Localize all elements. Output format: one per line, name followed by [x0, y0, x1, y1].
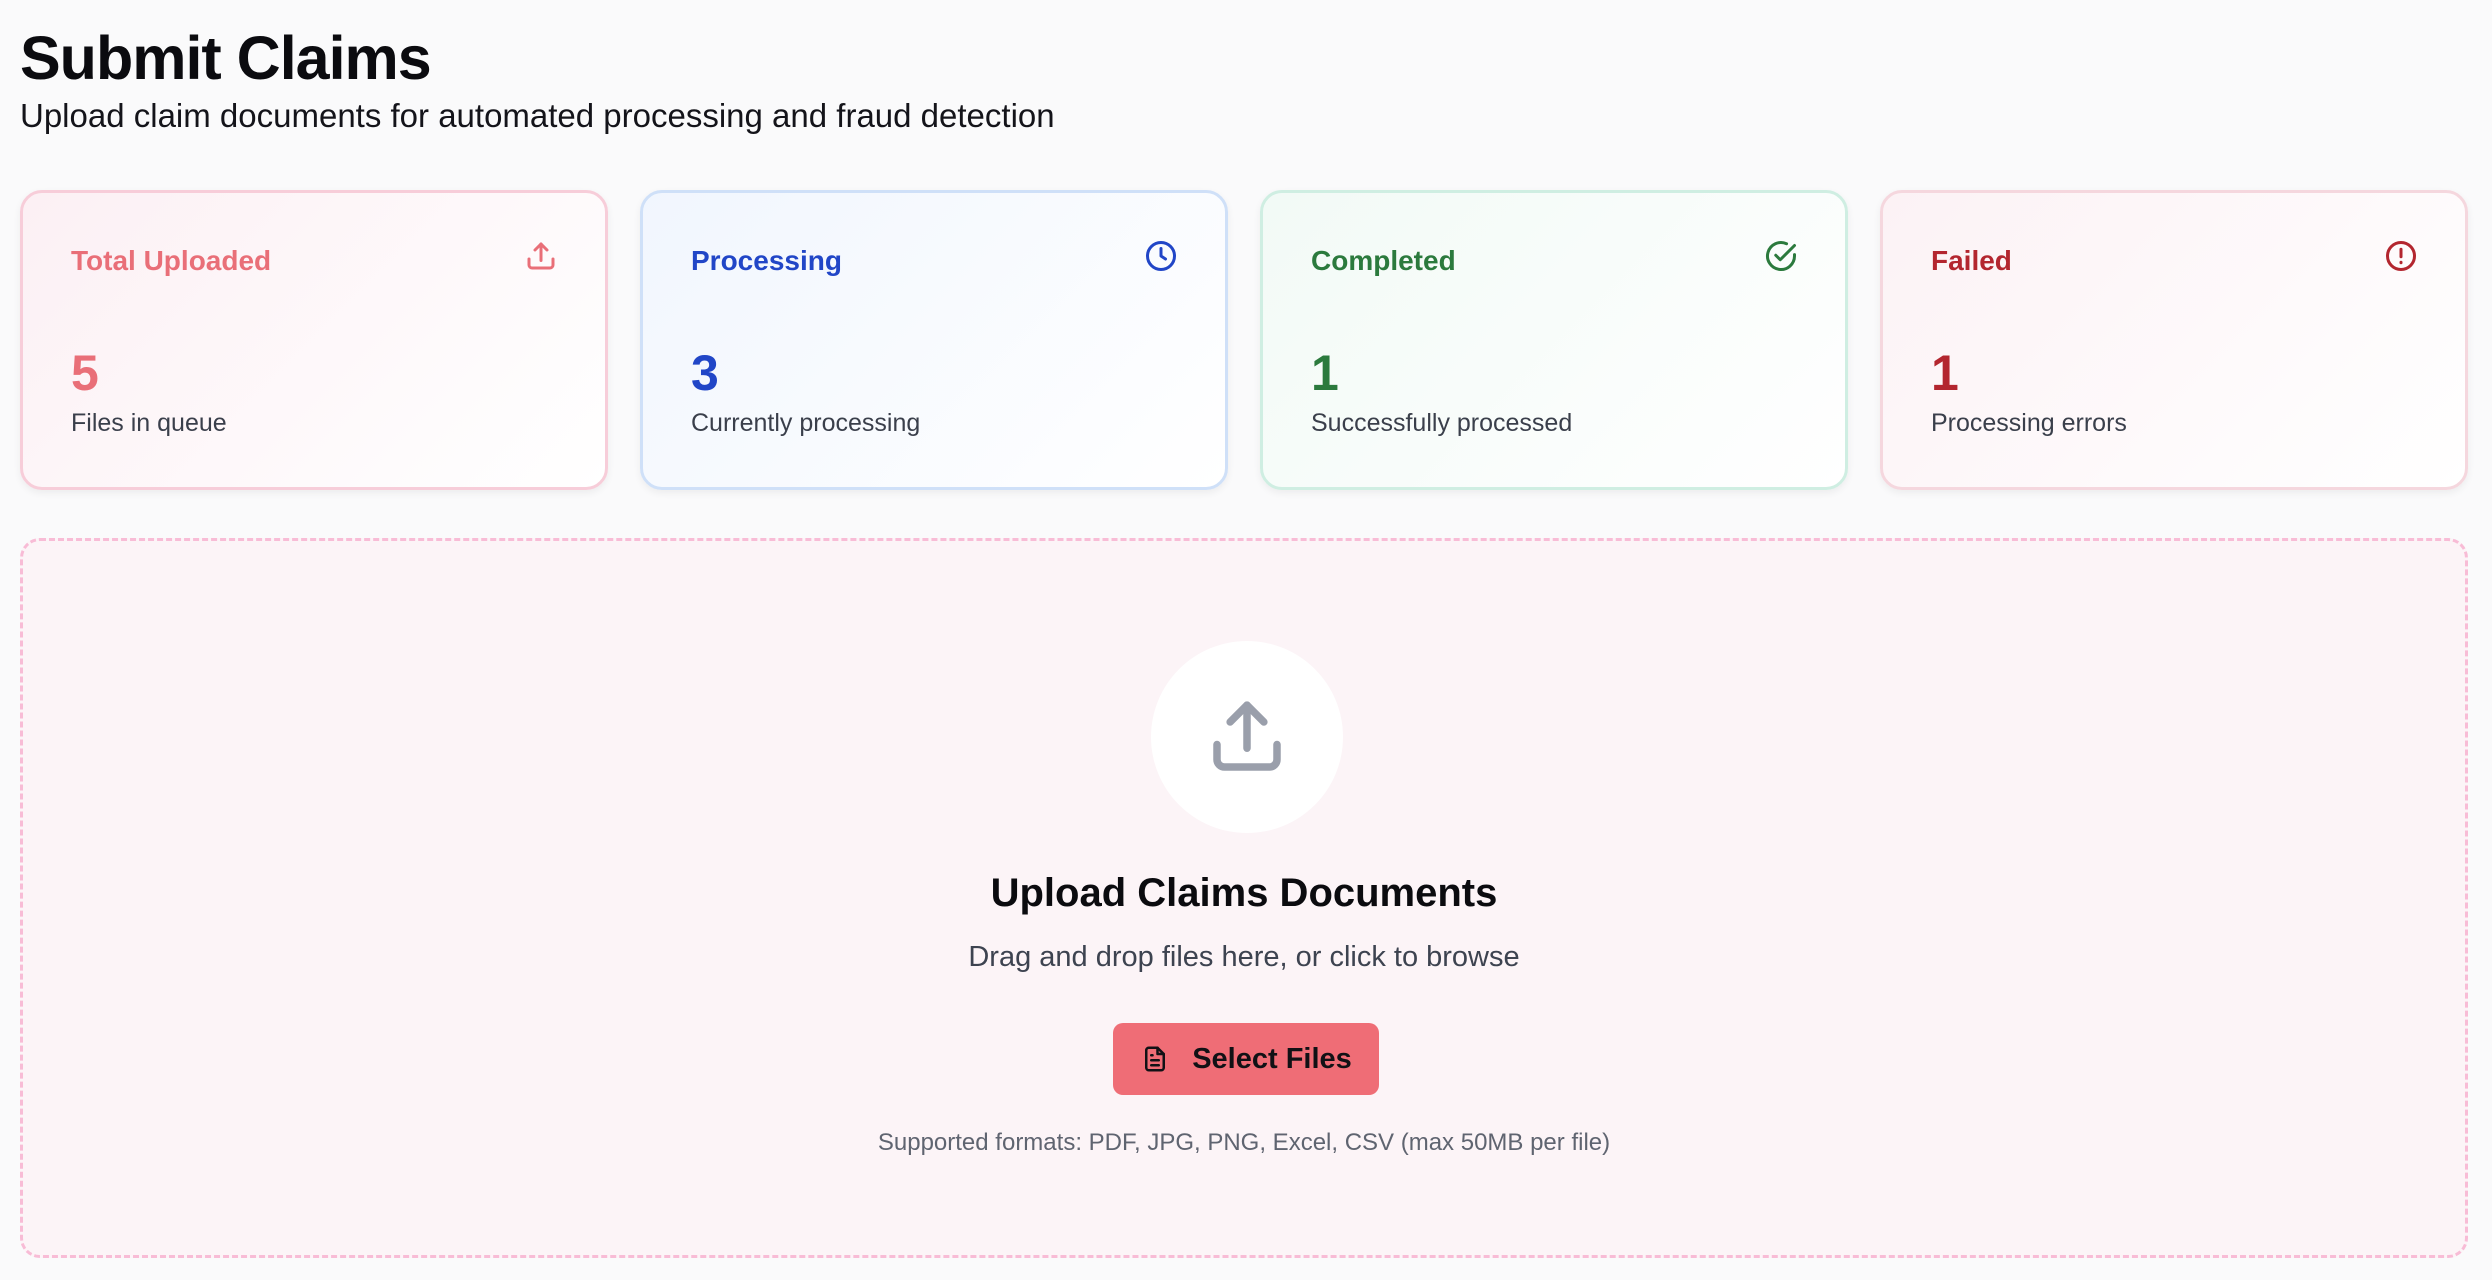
upload-icon-circle [1151, 641, 1343, 833]
stat-caption: Successfully processed [1311, 409, 1573, 437]
stat-title: Total Uploaded [71, 245, 272, 276]
stat-card-failed: Failed 1 Processing errors [1880, 190, 2468, 490]
check-circle-icon [1766, 241, 1796, 271]
stat-value: 1 [1931, 345, 1959, 401]
supported-formats-text: Supported formats: PDF, JPG, PNG, Excel,… [877, 1129, 1611, 1156]
stat-card-completed: Completed 1 Successfully processed [1260, 190, 1848, 490]
stat-caption: Files in queue [71, 409, 227, 437]
stat-title: Processing [691, 245, 842, 276]
page-title: Submit Claims [20, 24, 432, 92]
clock-icon [1146, 241, 1176, 271]
submit-claims-page: Submit Claims Upload claim documents for… [0, 0, 2492, 1280]
page-subtitle: Upload claim documents for automated pro… [20, 97, 1055, 134]
stat-title: Failed [1931, 245, 2012, 276]
alert-circle-icon [2386, 241, 2416, 271]
upload-title: Upload Claims Documents [990, 871, 1498, 915]
upload-icon [527, 242, 555, 270]
file-text-icon [1145, 1046, 1166, 1072]
stat-caption: Processing errors [1931, 409, 2127, 437]
stat-value: 5 [71, 345, 99, 401]
select-files-button[interactable]: Select Files [1113, 1023, 1379, 1095]
stat-value: 3 [691, 345, 719, 401]
select-files-label: Select Files [1192, 1042, 1352, 1075]
stat-card-total-uploaded: Total Uploaded 5 Files in queue [20, 190, 608, 490]
stats-row: Total Uploaded 5 Files in queue Processi… [20, 190, 2468, 490]
upload-icon [1213, 701, 1281, 771]
stat-caption: Currently processing [691, 409, 921, 437]
stat-value: 1 [1311, 345, 1339, 401]
upload-subtitle: Drag and drop files here, or click to br… [968, 941, 1520, 973]
stat-title: Completed [1311, 245, 1456, 276]
stat-card-processing: Processing 3 Currently processing [640, 190, 1228, 490]
upload-dropzone[interactable]: Upload Claims Documents Drag and drop fi… [20, 538, 2468, 1258]
